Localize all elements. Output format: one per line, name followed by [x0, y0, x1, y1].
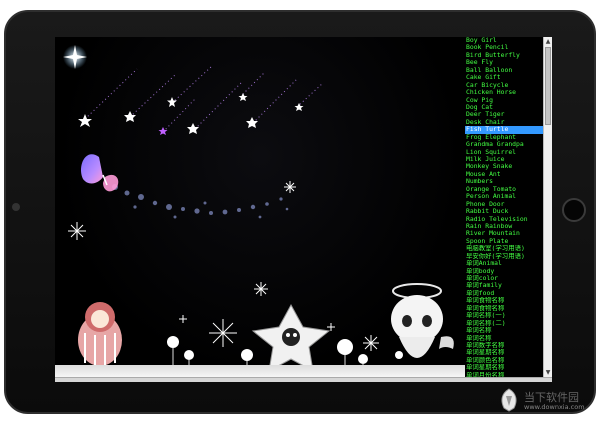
camera-icon — [12, 203, 20, 211]
list-item[interactable]: 单词名称 — [465, 335, 543, 342]
list-item[interactable]: 单词数字名称 — [465, 342, 543, 349]
list-item[interactable]: River Mountain — [465, 230, 543, 237]
list-item[interactable]: 单词名称(二) — [465, 320, 543, 327]
angel-character — [391, 283, 454, 358]
list-item[interactable]: Dog Cat — [465, 104, 543, 111]
list-item[interactable]: 单词family — [465, 282, 543, 289]
list-item[interactable]: Ball Balloon — [465, 67, 543, 74]
list-item[interactable]: Spoon Plate — [465, 238, 543, 245]
list-item[interactable]: 早安你好(学习用语) — [465, 253, 543, 260]
list-item[interactable]: Milk Juice — [465, 156, 543, 163]
list-item[interactable]: Person Animal — [465, 193, 543, 200]
list-item[interactable]: Boy Girl — [465, 37, 543, 44]
list-item[interactable]: Grandma Grandpa — [465, 141, 543, 148]
tablet-device: Boy Girl Book Pencil Bird Butterfly Bee Fly… — [0, 0, 600, 424]
list-item[interactable]: 单词星期名称 — [465, 364, 543, 371]
home-button[interactable] — [562, 198, 586, 222]
list-item[interactable]: Desk Chair — [465, 119, 543, 126]
list-item[interactable]: 单词body — [465, 268, 543, 275]
list-item[interactable]: Monkey Snake — [465, 163, 543, 170]
list-item[interactable]: Cow Pig — [465, 97, 543, 104]
star-character — [251, 303, 331, 372]
list-item[interactable]: Car Bicycle — [465, 82, 543, 89]
animation-canvas[interactable] — [55, 37, 465, 377]
watermark: 当下软件园 www.downxia.com — [498, 386, 594, 416]
list-item[interactable]: Book Pencil — [465, 44, 543, 51]
list-item[interactable]: Bird Butterfly — [465, 52, 543, 59]
list-item[interactable]: Bee Fly — [465, 59, 543, 66]
list-item[interactable]: Orange Tomato — [465, 186, 543, 193]
list-item[interactable]: 单词food — [465, 290, 543, 297]
lesson-listbox[interactable]: Boy Girl Book Pencil Bird Butterfly Bee Fly… — [465, 37, 543, 379]
list-item[interactable]: Fish Turtle — [465, 126, 543, 134]
list-item[interactable]: 单词名称 — [465, 327, 543, 334]
list-item[interactable]: Chicken Horse — [465, 89, 543, 96]
list-item[interactable]: 单词食物名称 — [465, 305, 543, 312]
scroll-up-icon[interactable]: ▲ — [544, 37, 552, 46]
list-item[interactable]: 单词食物名称 — [465, 297, 543, 304]
butterfly-icon — [80, 154, 119, 192]
scrollbar-thumb[interactable] — [545, 47, 551, 125]
app-screen: Boy Girl Book Pencil Bird Butterfly Bee Fly… — [55, 37, 552, 382]
night-scene-illustration — [63, 45, 454, 372]
list-item[interactable]: 单词名称(一) — [465, 312, 543, 319]
scroll-down-icon[interactable]: ▼ — [544, 368, 552, 377]
list-item[interactable]: Mouse Ant — [465, 171, 543, 178]
list-item[interactable]: Rabbit Duck — [465, 208, 543, 215]
listbox-scrollbar[interactable]: ▲ ▼ — [543, 37, 552, 377]
snow-ground — [55, 365, 465, 377]
list-item[interactable]: Phone Door — [465, 201, 543, 208]
watermark-subtitle: www.downxia.com — [524, 403, 585, 411]
list-item[interactable]: Frog Elephant — [465, 134, 543, 141]
watermark-logo-icon — [501, 388, 517, 412]
list-item[interactable]: Cake Gift — [465, 74, 543, 81]
list-item[interactable]: 单词color — [465, 275, 543, 282]
list-item[interactable]: Deer Tiger — [465, 111, 543, 118]
list-item[interactable]: 单词Animal — [465, 260, 543, 267]
doll-character — [78, 302, 122, 366]
list-item[interactable]: Radio Television — [465, 216, 543, 223]
list-item[interactable]: Numbers — [465, 178, 543, 185]
list-item[interactable]: Lion Squirrel — [465, 149, 543, 156]
horizontal-scrollbar[interactable] — [55, 377, 552, 382]
list-item[interactable]: Rain Rainbow — [465, 223, 543, 230]
list-item[interactable]: 单词星期名称 — [465, 349, 543, 356]
list-item[interactable]: 电脑教室(学习用语) — [465, 245, 543, 252]
list-item[interactable]: 单词颜色名称 — [465, 357, 543, 364]
